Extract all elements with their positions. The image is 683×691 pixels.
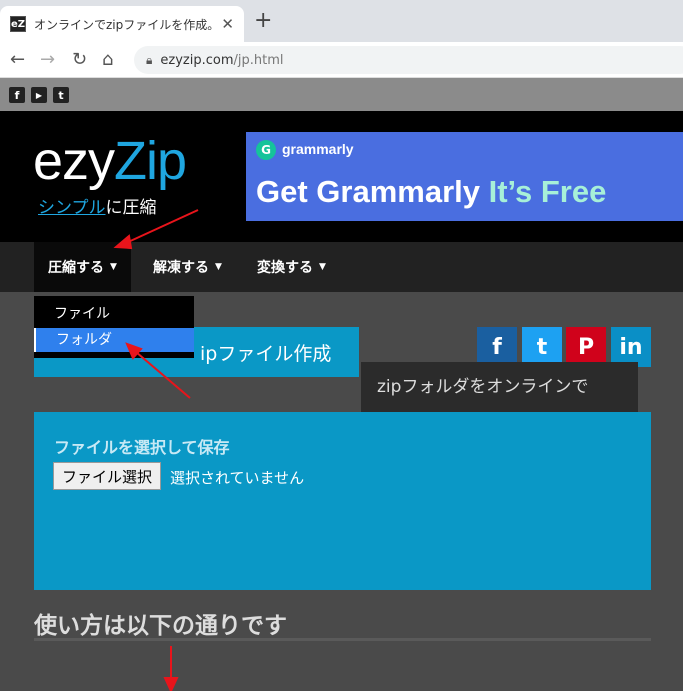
nav-convert-label: 変換する — [257, 260, 313, 276]
ad-headline-main: Get Grammarly — [256, 174, 489, 209]
compress-dropdown: ファイル フォルダ — [34, 296, 194, 358]
upload-label: ファイルを選択して保存 — [54, 438, 230, 457]
logo-tagline: シンプルに圧縮 — [38, 193, 157, 218]
new-tab-icon[interactable]: + — [254, 10, 272, 32]
youtube-icon[interactable]: ▶ — [31, 87, 47, 103]
share-pinterest-icon[interactable]: P — [566, 327, 606, 367]
upload-panel: ファイルを選択して保存 ファイル選択 選択されていません — [34, 412, 651, 590]
site-logo[interactable]: ezyZip — [33, 131, 187, 191]
reload-icon[interactable]: ↻ — [72, 48, 87, 72]
forward-icon[interactable]: → — [40, 48, 55, 72]
twitter-icon[interactable]: t — [53, 87, 69, 103]
favicon-icon: eZ — [10, 16, 26, 32]
nav-extract-label: 解凍する — [153, 260, 209, 276]
lock-icon: 🔒︎ — [146, 52, 153, 67]
page-title: ipファイル作成 — [200, 343, 332, 365]
file-status: 選択されていません — [170, 469, 305, 487]
caret-down-icon: ▼ — [215, 262, 222, 272]
url-text: ezyzip.com/jp.html — [160, 53, 283, 68]
dropdown-item-file[interactable]: ファイル — [34, 302, 194, 326]
logo-zip: Zip — [114, 131, 187, 191]
ad-brand: grammarly — [282, 141, 354, 157]
ad-headline-free: It’s Free — [488, 174, 607, 209]
facebook-icon[interactable]: f — [9, 87, 25, 103]
tab-title: オンラインでzipファイルを作成。高速、 — [34, 17, 214, 32]
title-tooltip: zipフォルダをオンラインで — [361, 362, 638, 412]
back-icon[interactable]: ← — [10, 48, 25, 72]
home-icon[interactable]: ⌂ — [102, 48, 113, 72]
ad-headline: Get Grammarly It’s Free — [256, 174, 606, 210]
howto-heading: 使い方は以下の通りです — [34, 613, 287, 639]
share-twitter-icon[interactable]: t — [522, 327, 562, 367]
nav-extract[interactable]: 解凍する ▼ — [139, 242, 236, 292]
url-domain: ezyzip.com — [160, 52, 234, 68]
share-facebook-icon[interactable]: f — [477, 327, 517, 367]
close-tab-icon[interactable]: ✕ — [221, 15, 234, 33]
main-nav: 圧縮する ▼ 解凍する ▼ 変換する ▼ — [0, 242, 683, 292]
caret-down-icon: ▼ — [319, 262, 326, 272]
address-bar: ← → ↻ ⌂ 🔒︎ ezyzip.com/jp.html — [0, 42, 683, 78]
grammarly-ad[interactable]: G grammarly Get Grammarly It’s Free — [246, 132, 683, 221]
logo-prefix: ezy — [33, 131, 115, 191]
url-path: /jp.html — [233, 52, 284, 68]
site-header: ezyZip シンプルに圧縮 G grammarly Get Grammarly… — [0, 111, 683, 242]
browser-tabbar: eZ オンラインでzipファイルを作成。高速、 ✕ + — [0, 0, 683, 42]
dropdown-item-folder[interactable]: フォルダ — [34, 328, 194, 352]
nav-compress[interactable]: 圧縮する ▼ — [34, 242, 131, 292]
grammarly-logo-icon: G — [256, 140, 276, 160]
nav-compress-label: 圧縮する — [48, 260, 104, 276]
caret-down-icon: ▼ — [110, 262, 117, 272]
social-strip: f ▶ t — [0, 78, 683, 111]
tagline-link[interactable]: シンプル — [38, 198, 106, 218]
heading-divider — [34, 638, 651, 641]
choose-file-button[interactable]: ファイル選択 — [53, 462, 161, 490]
tagline-rest: に圧縮 — [105, 198, 157, 218]
browser-tab[interactable]: eZ オンラインでzipファイルを作成。高速、 ✕ — [0, 6, 244, 42]
annotation-arrowhead-down — [163, 677, 179, 691]
nav-convert[interactable]: 変換する ▼ — [243, 242, 340, 292]
url-input[interactable]: 🔒︎ ezyzip.com/jp.html — [134, 46, 683, 74]
share-linkedin-icon[interactable]: in — [611, 327, 651, 367]
